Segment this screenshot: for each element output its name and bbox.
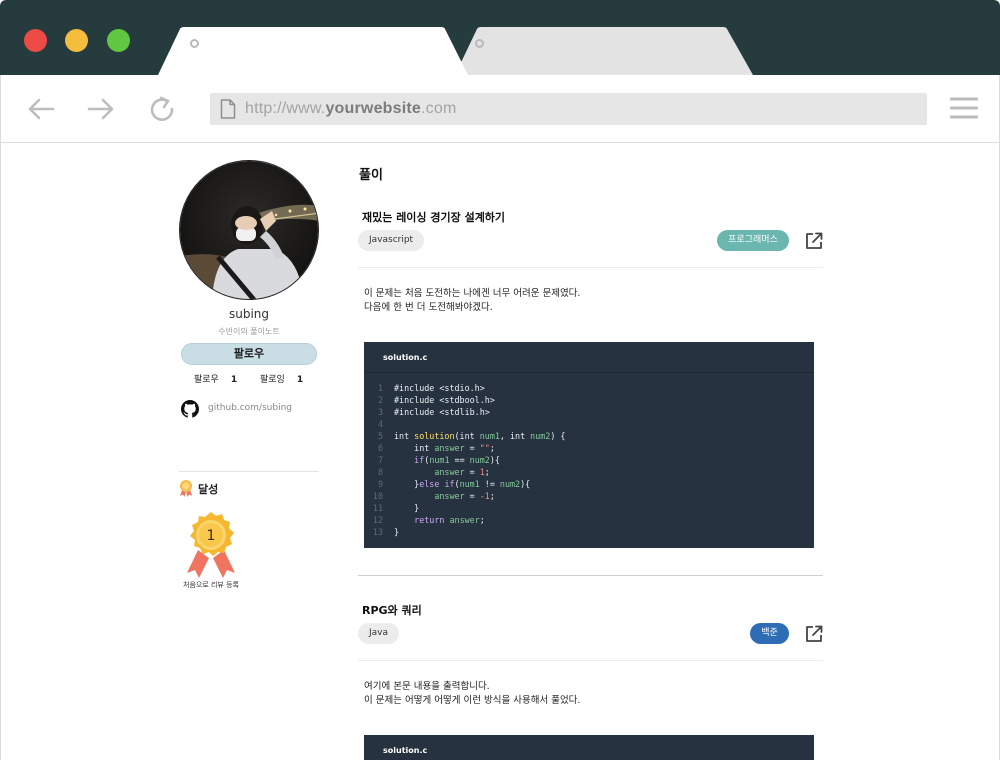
line-number: 9 — [377, 479, 383, 489]
medal-badge-icon[interactable]: 1 — [181, 510, 241, 580]
code-line: 4 — [364, 418, 814, 430]
code-line: 1 #include <stdio.h> — [364, 382, 814, 394]
line-number: 7 — [377, 455, 383, 465]
post-title[interactable]: 재밌는 레이싱 경기장 설계하기 — [362, 209, 505, 225]
tab-close-icon[interactable] — [190, 39, 199, 48]
line-number: 1 — [377, 383, 383, 393]
code-line: 7 if(num1 == num2){ — [364, 454, 814, 466]
post-body-line: 여기에 본문 내용을 출력합니다. — [364, 681, 490, 692]
code-text: #include <stdio.h> — [394, 383, 485, 393]
code-text: }else if(num1 != num2){ — [394, 479, 531, 489]
code-line: 9 }else if(num1 != num2){ — [364, 478, 814, 490]
following-stat[interactable]: 팔로잉 1 — [260, 372, 303, 385]
code-lines: 1 #include <stdio.h> 2 #include <stdbool.h>… — [364, 373, 814, 538]
followers-stat[interactable]: 팔로우 1 — [194, 372, 237, 385]
avatar — [179, 160, 319, 300]
followers-count: 1 — [230, 375, 238, 385]
post-separator — [358, 575, 823, 576]
forward-arrow-icon[interactable] — [86, 94, 116, 124]
back-arrow-icon[interactable] — [26, 94, 56, 124]
code-text: int answer = ""; — [394, 443, 495, 453]
external-link-icon[interactable] — [805, 232, 823, 250]
code-line: 8 answer = 1; — [364, 466, 814, 478]
line-number: 4 — [377, 419, 383, 429]
source-chip[interactable]: 백준 — [750, 623, 789, 644]
code-text: #include <stdbool.h> — [394, 395, 495, 405]
github-link[interactable]: github.com/subing — [181, 400, 321, 418]
code-line: 3 #include <stdlib.h> — [364, 406, 814, 418]
code-text: } — [394, 527, 400, 537]
code-line: 2 #include <stdbool.h> — [364, 394, 814, 406]
post-body-line: 다음에 한 번 더 도전해봐야겠다. — [364, 302, 493, 313]
achievements-title: 달성 — [198, 483, 219, 496]
post-body-line: 이 문제는 처음 도전하는 나에겐 너무 어려운 문제였다. — [364, 288, 581, 299]
page-viewport: subing 수빈이의 풀이노트 팔로우 팔로우 1 팔로잉 1 github.co… — [0, 143, 1000, 760]
code-text: } — [394, 503, 420, 513]
followers-label: 팔로우 — [194, 375, 219, 385]
medal-number: 1 — [207, 528, 216, 544]
following-count: 1 — [296, 375, 304, 385]
section-title: 풀이 — [359, 168, 383, 183]
medal-small-icon — [179, 479, 193, 501]
follow-button[interactable]: 팔로우 — [181, 343, 317, 365]
post-body-line: 이 문제는 어떻게 어떻게 이런 방식을 사용해서 풀었다. — [364, 695, 581, 706]
post-divider — [358, 267, 823, 268]
code-line: 5 int solution(int num1, int num2) { — [364, 430, 814, 442]
tab-close-icon[interactable] — [475, 39, 484, 48]
browser-tab-active[interactable] — [158, 27, 470, 75]
github-link-label: github.com/subing — [208, 403, 293, 413]
code-line: 11 } — [364, 502, 814, 514]
code-text: int solution(int num1, int num2) { — [394, 431, 566, 441]
code-line: 13} — [364, 526, 814, 538]
line-number: 5 — [377, 431, 383, 441]
browser-title-bar — [0, 0, 1000, 75]
post-title[interactable]: RPG와 쿼리 — [362, 602, 422, 618]
maximize-window-button[interactable] — [107, 29, 130, 52]
close-window-button[interactable] — [24, 29, 47, 52]
external-link-icon[interactable] — [805, 625, 823, 643]
code-block: solution.c 1 #include <stdio.h> 2 #include … — [364, 342, 814, 548]
browser-tab-inactive[interactable] — [455, 27, 755, 75]
github-icon — [181, 400, 199, 422]
page-icon — [220, 99, 236, 123]
address-url: http://www.yourwebsite.com — [245, 100, 457, 117]
profile-subtitle: 수빈이의 풀이노트 — [218, 327, 280, 336]
code-line: 6 int answer = ""; — [364, 442, 814, 454]
address-bar[interactable]: http://www.yourwebsite.com — [210, 93, 927, 125]
line-number: 3 — [377, 407, 383, 417]
line-number: 10 — [372, 491, 383, 501]
code-text: if(num1 == num2){ — [414, 455, 500, 465]
profile-divider — [179, 471, 319, 472]
line-number: 2 — [377, 395, 383, 405]
code-text: #include <stdlib.h> — [394, 407, 490, 417]
post-divider — [358, 660, 823, 661]
language-chip[interactable]: Java — [358, 623, 400, 644]
code-text: return answer; — [414, 515, 485, 525]
minimize-window-button[interactable] — [65, 29, 88, 52]
medal-label: 처음으로 리뷰 등록 — [183, 581, 239, 589]
browser-toolbar: http://www.yourwebsite.com — [0, 75, 1000, 143]
post-body: 여기에 본문 내용을 출력합니다. 이 문제는 어떻게 어떻게 이런 방식을 사… — [364, 680, 580, 708]
code-line: 12 return answer; — [364, 514, 814, 526]
code-block: solution.c — [364, 735, 814, 760]
code-line: 10 answer = -1; — [364, 490, 814, 502]
line-number: 6 — [377, 443, 383, 453]
reload-icon[interactable] — [147, 94, 177, 124]
profile-username: subing — [228, 307, 270, 321]
post-body: 이 문제는 처음 도전하는 나에겐 너무 어려운 문제였다. 다음에 한 번 더… — [364, 287, 580, 315]
code-text: answer = -1; — [434, 491, 495, 501]
following-label: 팔로잉 — [260, 375, 285, 385]
language-chip[interactable]: Javascript — [358, 230, 425, 251]
code-filename: solution.c — [364, 735, 814, 760]
hamburger-menu-icon[interactable] — [949, 97, 979, 119]
line-number: 12 — [372, 515, 383, 525]
source-chip[interactable]: 프로그래머스 — [717, 230, 789, 251]
line-number: 13 — [372, 527, 383, 537]
code-filename: solution.c — [364, 342, 814, 373]
code-text: answer = 1; — [434, 467, 490, 477]
line-number: 11 — [372, 503, 383, 513]
line-number: 8 — [377, 467, 383, 477]
